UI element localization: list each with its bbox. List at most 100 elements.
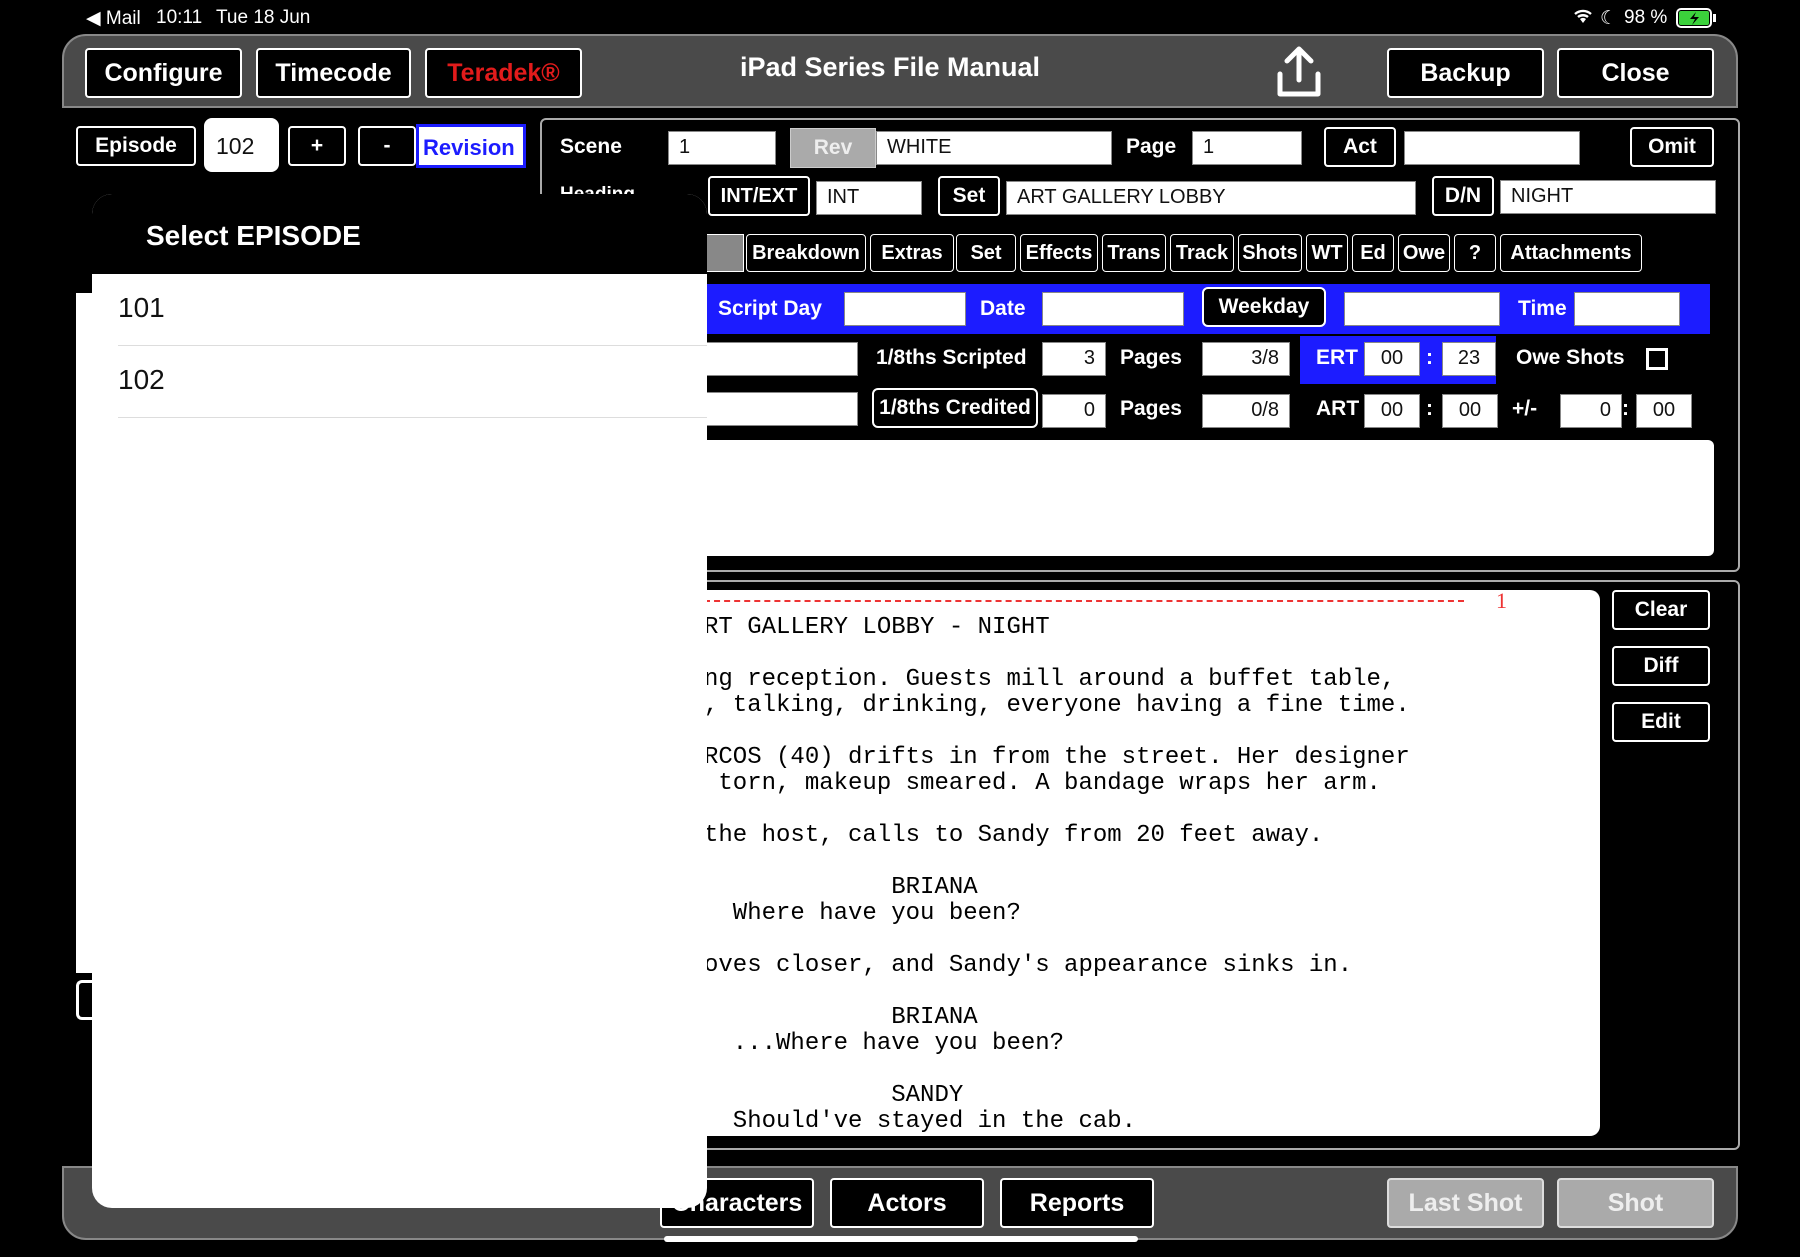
omit-button[interactable]: Omit <box>1630 127 1714 167</box>
diff-button[interactable]: Diff <box>1612 646 1710 686</box>
back-to-app-link[interactable]: ◀ Mail <box>86 7 141 30</box>
tab-ed[interactable]: Ed <box>1352 234 1394 272</box>
plus-minus-minutes-field[interactable]: 0 <box>1560 394 1622 428</box>
status-date: Tue 18 Jun <box>216 7 311 28</box>
script-page-number: 1 <box>1496 588 1507 613</box>
ert-minutes-field[interactable]: 00 <box>1364 342 1420 376</box>
weekday-field[interactable] <box>1344 292 1500 326</box>
tab-help[interactable]: ? <box>1454 234 1496 272</box>
popover-header: Select EPISODE <box>92 194 707 274</box>
ert-seconds-field[interactable]: 23 <box>1442 342 1496 376</box>
configure-button[interactable]: Configure <box>85 48 242 98</box>
share-upload-icon[interactable] <box>1276 44 1322 103</box>
actors-button[interactable]: Actors <box>830 1178 984 1228</box>
art-seconds-field[interactable]: 00 <box>1442 394 1498 428</box>
credited-pages-field[interactable]: 0/8 <box>1202 394 1290 428</box>
tab-effects[interactable]: Effects <box>1020 234 1098 272</box>
tab-hidden[interactable] <box>706 234 744 272</box>
home-indicator <box>664 1236 1138 1242</box>
script-line: , talking, drinking, everyone having a f… <box>704 692 1410 719</box>
credited-notes-field[interactable] <box>700 392 858 426</box>
wifi-icon <box>1572 7 1594 31</box>
clear-button[interactable]: Clear <box>1612 590 1710 630</box>
episode-button[interactable]: Episode <box>76 126 196 166</box>
tab-set[interactable]: Set <box>956 234 1016 272</box>
reports-button[interactable]: Reports <box>1000 1178 1154 1228</box>
backup-button[interactable]: Backup <box>1387 48 1544 98</box>
script-line: Where have you been? <box>704 900 1021 927</box>
close-button[interactable]: Close <box>1557 48 1714 98</box>
art-separator: : <box>1426 397 1433 420</box>
tab-wt[interactable]: WT <box>1306 234 1348 272</box>
time-field[interactable] <box>1574 292 1680 326</box>
revision-button[interactable]: Revision <box>416 124 526 168</box>
plus-minus-label: +/- <box>1512 397 1538 420</box>
script-line: BRIANA <box>704 874 978 901</box>
scripted-eighths-label: 1/8ths Scripted <box>876 346 1027 369</box>
art-label: ART <box>1316 397 1360 420</box>
scripted-pages-field[interactable]: 3/8 <box>1202 342 1290 376</box>
credited-eighths-button[interactable]: 1/8ths Credited <box>872 388 1038 428</box>
tab-extras[interactable]: Extras <box>870 234 954 272</box>
rev-button[interactable]: Rev <box>790 128 876 168</box>
owe-shots-checkbox[interactable] <box>1646 348 1668 370</box>
script-line: RT GALLERY LOBBY - NIGHT <box>704 614 1050 641</box>
last-shot-button[interactable]: Last Shot <box>1387 1178 1544 1228</box>
shot-button[interactable]: Shot <box>1557 1178 1714 1228</box>
day-night-field[interactable]: NIGHT <box>1500 180 1716 214</box>
page-title: iPad Series File Manual <box>739 52 1041 82</box>
set-name-field[interactable]: ART GALLERY LOBBY <box>1006 181 1416 215</box>
owe-shots-label: Owe Shots <box>1516 346 1625 369</box>
act-button[interactable]: Act <box>1324 127 1396 167</box>
teradek-button[interactable]: Teradek® <box>425 48 582 98</box>
scene-number-field[interactable]: 1 <box>668 131 776 165</box>
set-button[interactable]: Set <box>938 176 1000 216</box>
remove-episode-button[interactable]: - <box>358 126 416 166</box>
scene-notes-area[interactable] <box>700 440 1714 556</box>
scripted-notes-field[interactable] <box>700 342 858 376</box>
date-field[interactable] <box>1042 292 1184 326</box>
script-line: oves closer, and Sandy's appearance sink… <box>704 952 1353 979</box>
script-day-field[interactable] <box>844 292 966 326</box>
act-field[interactable] <box>1404 131 1580 165</box>
script-line: SANDY <box>704 1082 964 1109</box>
tab-track[interactable]: Track <box>1170 234 1234 272</box>
tab-shots[interactable]: Shots <box>1238 234 1302 272</box>
weekday-button[interactable]: Weekday <box>1202 287 1326 327</box>
scripted-pages-label: Pages <box>1120 346 1182 369</box>
tab-owe[interactable]: Owe <box>1398 234 1450 272</box>
add-episode-button[interactable]: + <box>288 126 346 166</box>
episode-option-102[interactable]: 102 <box>118 346 707 418</box>
script-line: the host, calls to Sandy from 20 feet aw… <box>704 822 1324 849</box>
scripted-eighths-field[interactable]: 3 <box>1042 342 1106 376</box>
scene-label: Scene <box>560 135 622 158</box>
time-label: Time <box>1518 297 1567 320</box>
select-episode-popover[interactable]: Select EPISODE 101 102 <box>92 194 707 1208</box>
plus-minus-seconds-field[interactable]: 00 <box>1636 394 1692 428</box>
status-time: 10:11 <box>156 7 203 28</box>
int-ext-button[interactable]: INT/EXT <box>708 176 810 216</box>
revision-color-field[interactable]: WHITE <box>876 131 1112 165</box>
art-minutes-field[interactable]: 00 <box>1364 394 1420 428</box>
tab-attachments[interactable]: Attachments <box>1500 234 1642 272</box>
edit-button[interactable]: Edit <box>1612 702 1710 742</box>
tab-breakdown[interactable]: Breakdown <box>746 234 866 272</box>
tab-trans[interactable]: Trans <box>1102 234 1166 272</box>
ert-label: ERT <box>1316 346 1358 369</box>
episode-value[interactable]: 102 <box>204 118 279 172</box>
status-bar: ◀ Mail 10:11 Tue 18 Jun ☾ 98 % <box>0 0 1800 36</box>
timecode-button[interactable]: Timecode <box>256 48 411 98</box>
popover-title: Select EPISODE <box>146 220 361 251</box>
int-ext-field[interactable]: INT <box>816 181 922 215</box>
page-number-field[interactable]: 1 <box>1192 131 1302 165</box>
credited-pages-label: Pages <box>1120 397 1182 420</box>
script-line: ...Where have you been? <box>704 1030 1065 1057</box>
script-line: Should've stayed in the cab. <box>704 1108 1137 1135</box>
credited-eighths-field[interactable]: 0 <box>1042 394 1106 428</box>
script-line: BRIANA <box>704 1004 978 1031</box>
plus-minus-separator: : <box>1622 397 1629 420</box>
script-viewer[interactable]: RT GALLERY LOBBY - NIGHT ng reception. G… <box>700 590 1600 1136</box>
episode-option-101[interactable]: 101 <box>118 274 707 346</box>
script-day-label: Script Day <box>718 297 822 320</box>
day-night-button[interactable]: D/N <box>1432 176 1494 216</box>
